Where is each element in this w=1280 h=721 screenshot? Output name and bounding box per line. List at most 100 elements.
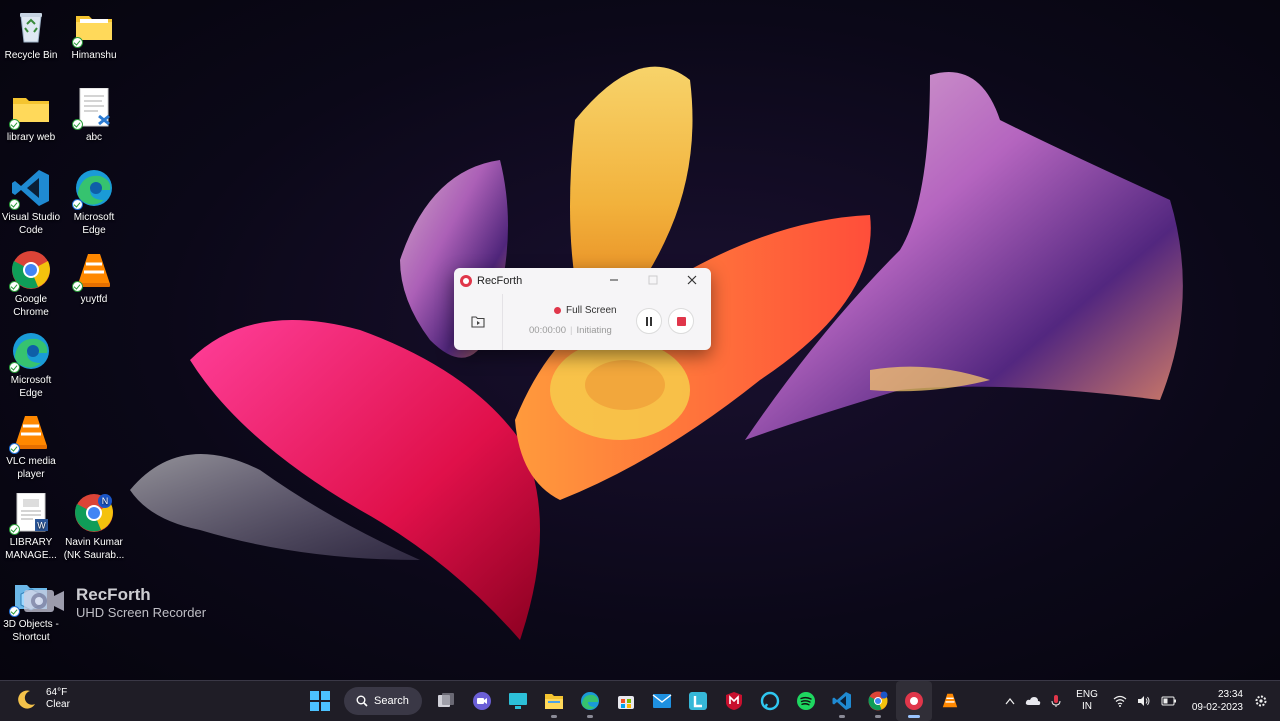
shortcut-arrow-icon (9, 606, 20, 617)
desktop-icon-label: Google Chrome (13, 294, 49, 318)
taskbar: 64°F Clear Search ENG IN 23:34 09-02-202… (0, 680, 1280, 721)
clock-date: 09-02-2023 (1191, 702, 1243, 713)
recforth-titlebar: RecForth (460, 274, 522, 288)
recforth-logo-icon (460, 275, 472, 287)
chrome-profile-icon (868, 691, 888, 711)
recording-status: Initiating (576, 325, 612, 336)
mail-icon (652, 694, 672, 708)
show-hidden-icons-button[interactable] (1000, 681, 1020, 721)
notifications-button[interactable] (1249, 681, 1280, 721)
watermark-tagline: UHD Screen Recorder (76, 604, 207, 620)
file-explorer-button[interactable] (536, 681, 572, 721)
recforth-watermark: RecForth UHD Screen Recorder (22, 584, 206, 621)
open-folder-button[interactable] (454, 294, 503, 350)
edge-icon (72, 168, 114, 210)
desktop-icon-chrome-profile[interactable]: N Navin Kumar (NK Saurab... (63, 493, 125, 562)
desktop-app-button[interactable] (500, 681, 536, 721)
desktop-icon-chrome[interactable]: Google Chrome (0, 250, 62, 319)
desktop-icon-edge-2[interactable]: Microsoft Edge (0, 331, 62, 400)
spotify-button[interactable] (788, 681, 824, 721)
vscode-taskbar-button[interactable] (824, 681, 860, 721)
windows-start-icon (310, 691, 330, 711)
desktop-icon-library-manage[interactable]: W LIBRARY MANAGE... (0, 492, 62, 562)
edge-icon (581, 692, 599, 710)
language-bottom: IN (1082, 701, 1092, 712)
close-button[interactable] (672, 268, 711, 292)
folder-icon (72, 6, 114, 48)
taskbar-search[interactable]: Search (344, 687, 422, 715)
maximize-button (633, 268, 672, 292)
desktop-icon-recycle-bin[interactable]: Recycle Bin (0, 6, 62, 62)
stop-button[interactable] (668, 308, 694, 334)
running-indicator (908, 715, 920, 718)
chat-button[interactable] (464, 681, 500, 721)
teams-chat-icon (473, 692, 491, 710)
word-document-icon: W (9, 492, 51, 535)
folder-icon (9, 88, 51, 130)
chrome-taskbar-button[interactable] (860, 681, 896, 721)
wifi-icon (1113, 695, 1127, 707)
desktop-icon-vscode[interactable]: Visual Studio Code (0, 168, 62, 237)
folder-play-icon (471, 316, 485, 328)
desktop-icon-label: library web (6, 132, 56, 143)
speaker-icon (1137, 696, 1150, 706)
pause-button[interactable] (636, 308, 662, 334)
clock[interactable]: 23:34 09-02-2023 (1182, 681, 1249, 721)
start-button[interactable] (302, 681, 338, 721)
sync-status-icon (9, 524, 20, 535)
system-tray: ENG IN 23:34 09-02-2023 (1000, 681, 1280, 721)
desktop-icon-label: Microsoft Edge (10, 375, 52, 399)
minimize-icon (609, 279, 618, 281)
edge-icon (9, 331, 51, 373)
running-indicator (587, 715, 593, 718)
sync-status-icon (72, 37, 83, 48)
l-app-button[interactable] (680, 681, 716, 721)
mcafee-icon (726, 692, 742, 710)
desktop-icon-abc[interactable]: abc (63, 87, 125, 144)
weather-temperature: 64°F (46, 687, 68, 698)
sync-status-icon (72, 281, 83, 292)
weather-widget[interactable]: 64°F Clear (16, 687, 70, 711)
desktop-icon-label: LIBRARY MANAGE... (5, 537, 57, 561)
desktop-icon-label: abc (85, 132, 103, 143)
edge-taskbar-button[interactable] (572, 681, 608, 721)
minimize-button[interactable] (594, 268, 633, 292)
vlc-icon (72, 250, 114, 292)
document-icon (72, 87, 114, 130)
microphone-button[interactable] (1046, 681, 1066, 721)
window-controls (594, 268, 711, 292)
moon-icon (18, 690, 35, 709)
desktop-icon-himanshu[interactable]: Himanshu (63, 6, 125, 62)
recforth-taskbar-button[interactable] (896, 681, 932, 721)
desktop-icon-label: Visual Studio Code (1, 212, 61, 236)
taskbar-apps: Search (302, 681, 968, 721)
vlc-taskbar-button[interactable] (932, 681, 968, 721)
chevron-up-icon (1005, 698, 1015, 705)
recycle-bin-icon (11, 6, 51, 46)
desktop-icon-vlc[interactable]: VLC media player (0, 412, 62, 481)
volume-button[interactable] (1132, 681, 1156, 721)
language-indicator[interactable]: ENG IN (1066, 681, 1108, 721)
file-explorer-icon (545, 694, 563, 709)
desktop-icon-label: Microsoft Edge (73, 212, 115, 236)
mail-button[interactable] (644, 681, 680, 721)
network-button[interactable] (1108, 681, 1132, 721)
recording-mode-label: Full Screen (566, 305, 617, 316)
shortcut-arrow-icon (9, 443, 20, 454)
stop-icon (676, 316, 686, 326)
battery-button[interactable] (1156, 681, 1182, 721)
recording-time-status: 00:00:00 | Initiating (529, 325, 612, 336)
task-view-button[interactable] (428, 681, 464, 721)
desktop-icon-library-web[interactable]: library web (0, 88, 62, 144)
recording-timer: 00:00:00 (529, 325, 566, 336)
desktop-icon-edge[interactable]: Microsoft Edge (63, 168, 125, 237)
onedrive-button[interactable] (1020, 681, 1046, 721)
task-view-icon (438, 693, 454, 707)
mcafee-button[interactable] (716, 681, 752, 721)
store-button[interactable] (608, 681, 644, 721)
svg-text:N: N (102, 496, 109, 506)
shortcut-arrow-icon (72, 199, 83, 210)
recording-dot-icon (554, 307, 561, 314)
desktop-icon-yuytfd[interactable]: yuytfd (63, 250, 125, 306)
alexa-button[interactable] (752, 681, 788, 721)
